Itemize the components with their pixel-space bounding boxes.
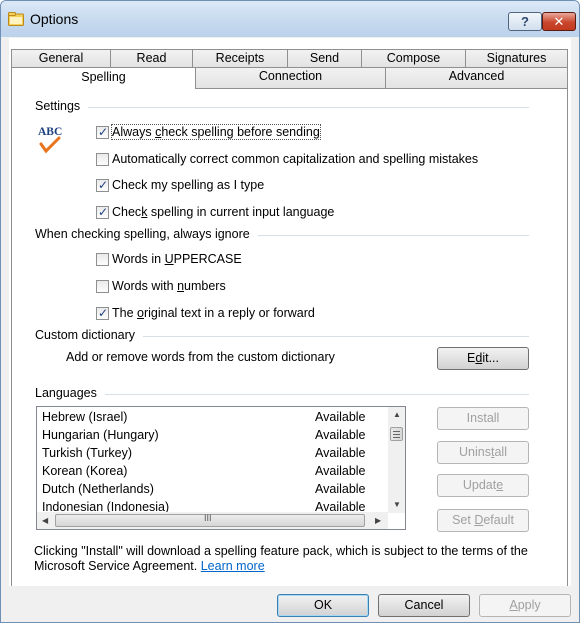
ignore-original-text-label[interactable]: The original text in a reply or forward [112, 306, 315, 320]
tab-read[interactable]: Read [110, 49, 193, 67]
set-default-button[interactable]: Set Default [437, 509, 529, 532]
check-input-language-label[interactable]: Check spelling in current input language [112, 205, 334, 219]
install-notice: Clicking "Install" will download a spell… [34, 544, 528, 573]
grip-icon [393, 431, 400, 438]
close-button[interactable]: ✕ [542, 12, 576, 31]
list-item[interactable]: Turkish (Turkey) Available [42, 446, 372, 464]
tab-label: Spelling [81, 70, 126, 84]
check-as-type-label[interactable]: Check my spelling as I type [112, 178, 264, 192]
tab-compose[interactable]: Compose [361, 49, 466, 67]
tab-general[interactable]: General [11, 49, 111, 67]
auto-correct-label[interactable]: Automatically correct common capitalizat… [112, 152, 478, 166]
languages-list[interactable]: Hebrew (Israel) Available Hungarian (Hung… [36, 406, 406, 530]
check-icon: ✓ [98, 205, 109, 219]
app-icon [8, 12, 24, 26]
settings-divider [35, 107, 529, 108]
list-item[interactable]: Hungarian (Hungary) Available [42, 428, 372, 446]
tab-label: Signatures [486, 51, 547, 65]
scroll-up-arrow-icon[interactable]: ▲ [393, 410, 401, 419]
check-icon: ✓ [98, 125, 109, 139]
spellcheck-abc-icon: ABC [38, 126, 62, 154]
install-button[interactable]: Install [437, 407, 529, 430]
vertical-scroll-thumb[interactable] [390, 427, 403, 441]
check-icon: ✓ [98, 178, 109, 192]
ok-button[interactable]: OK [277, 594, 369, 617]
tab-advanced[interactable]: Advanced [385, 67, 568, 88]
ignore-original-text-checkbox[interactable]: ✓ [96, 306, 109, 320]
vertical-scrollbar[interactable]: ▲ ▼ [388, 407, 405, 513]
update-button[interactable]: Update [437, 474, 529, 497]
custom-dictionary-group-label: Custom dictionary [35, 328, 144, 342]
auto-correct-checkbox[interactable] [96, 153, 109, 166]
settings-group-label: Settings [35, 99, 89, 113]
tab-send[interactable]: Send [287, 49, 362, 67]
dialog-footer: OK Cancel Apply [9, 586, 571, 622]
custom-dictionary-description: Add or remove words from the custom dict… [66, 350, 335, 364]
window-title: Options [30, 11, 79, 27]
check-as-type-checkbox[interactable]: ✓ [96, 178, 109, 192]
help-button[interactable]: ? [508, 12, 542, 31]
tab-label: Compose [386, 51, 441, 65]
languages-group-label: Languages [35, 386, 105, 400]
abc-text: ABC [38, 126, 62, 138]
tab-label: Receipts [215, 51, 265, 65]
horizontal-scrollbar[interactable]: ◀ III ▶ [37, 512, 388, 529]
horizontal-scroll-thumb[interactable]: III [55, 513, 365, 527]
check-input-language-checkbox[interactable]: ✓ [96, 205, 109, 219]
learn-more-link[interactable]: Learn more [201, 559, 265, 573]
scroll-right-arrow-icon[interactable]: ▶ [375, 516, 381, 525]
scroll-down-arrow-icon[interactable]: ▼ [393, 500, 401, 509]
grip-icon: III [204, 513, 212, 523]
ignore-numbers-checkbox[interactable] [96, 280, 109, 293]
close-icon: ✕ [553, 13, 565, 29]
tab-label: Advanced [448, 69, 505, 83]
list-item[interactable]: Korean (Korea) Available [42, 464, 372, 482]
cancel-button[interactable]: Cancel [378, 594, 470, 617]
uninstall-button[interactable]: Uninstall [437, 441, 529, 464]
list-item[interactable]: Dutch (Netherlands) Available [42, 482, 372, 500]
tab-label: Send [309, 51, 340, 65]
options-window: Options ? ✕ General Read Receipts Send C… [0, 0, 580, 623]
tab-label: Connection [258, 69, 323, 83]
ignore-uppercase-checkbox[interactable] [96, 253, 109, 266]
apply-button[interactable]: Apply [479, 594, 571, 617]
tab-label: General [38, 51, 84, 65]
always-check-spelling-checkbox[interactable]: ✓ [96, 125, 109, 139]
languages-divider [35, 394, 529, 395]
list-item[interactable]: Hebrew (Israel) Available [42, 410, 372, 428]
tab-spelling[interactable]: Spelling [11, 67, 196, 89]
ignore-uppercase-label[interactable]: Words in UPPERCASE [112, 252, 242, 266]
tab-connection[interactable]: Connection [195, 67, 386, 88]
ignore-group-label: When checking spelling, always ignore [35, 227, 258, 241]
scroll-left-arrow-icon[interactable]: ◀ [42, 516, 48, 525]
tab-receipts[interactable]: Receipts [192, 49, 288, 67]
title-bar[interactable]: Options ? ✕ [1, 1, 579, 37]
dialog-client: General Read Receipts Send Compose Signa… [9, 38, 571, 622]
edit-dictionary-button[interactable]: Edit... [437, 347, 529, 370]
always-check-spelling-label[interactable]: Always check spelling before sending [111, 124, 321, 140]
check-icon: ✓ [98, 306, 109, 320]
tab-label: Read [136, 51, 167, 65]
tab-signatures[interactable]: Signatures [465, 49, 568, 67]
ignore-numbers-label[interactable]: Words with numbers [112, 279, 226, 293]
help-icon: ? [521, 14, 529, 29]
